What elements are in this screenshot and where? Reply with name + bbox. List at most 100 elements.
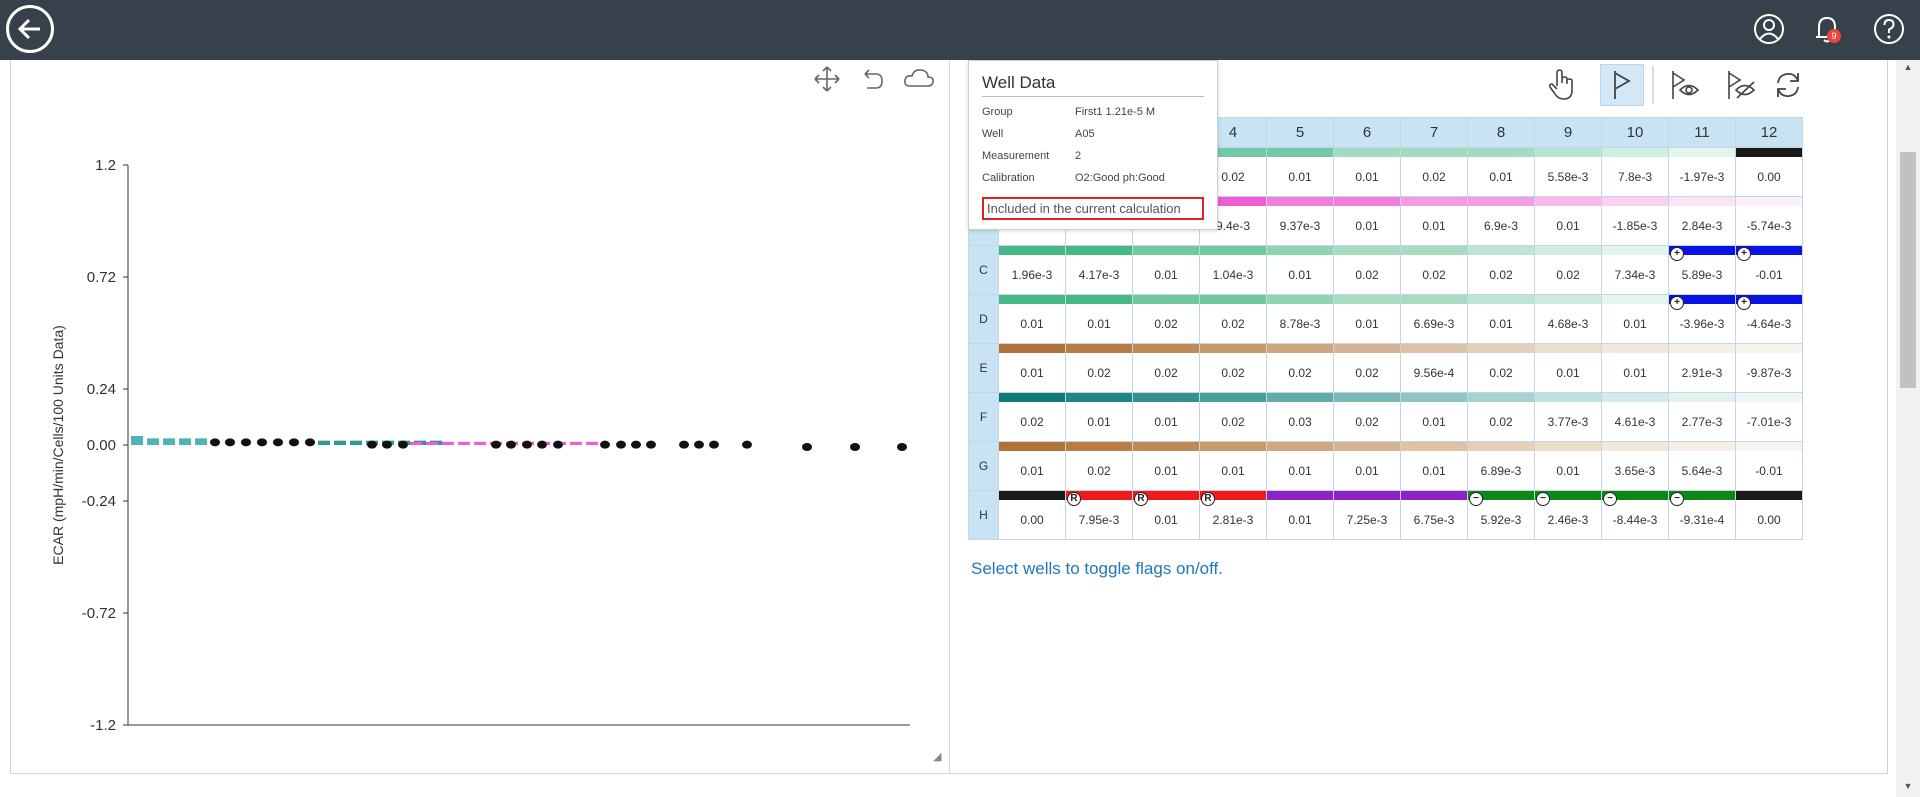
column-header-10[interactable]: 10 xyxy=(1601,117,1669,148)
well-cell[interactable]: 0.02 xyxy=(1065,441,1133,491)
well-cell[interactable]: − -9.31e-4 xyxy=(1668,490,1736,540)
well-cell[interactable]: 0.01 xyxy=(1132,441,1200,491)
well-cell[interactable]: 0.01 xyxy=(1467,294,1535,344)
well-cell[interactable]: 0.01 xyxy=(1534,343,1602,393)
hide-flagged-button[interactable] xyxy=(1720,64,1764,106)
row-header-D[interactable]: D xyxy=(968,294,999,344)
well-cell[interactable]: 2.91e-3 xyxy=(1668,343,1736,393)
well-cell[interactable]: 0.02 xyxy=(1400,147,1468,197)
well-cell[interactable]: 0.01 xyxy=(1266,441,1334,491)
well-cell[interactable]: 0.02 xyxy=(1400,245,1468,295)
well-cell[interactable]: 7.8e-3 xyxy=(1601,147,1669,197)
well-cell[interactable]: 0.01 xyxy=(1266,147,1334,197)
well-cell[interactable]: + -0.01 xyxy=(1735,245,1803,295)
well-cell[interactable]: -1.85e-3 xyxy=(1601,196,1669,246)
well-cell[interactable]: 8.78e-3 xyxy=(1266,294,1334,344)
well-cell[interactable]: 0.02 xyxy=(1467,343,1535,393)
column-header-8[interactable]: 8 xyxy=(1467,117,1535,148)
well-cell[interactable]: -1.97e-3 xyxy=(1668,147,1736,197)
row-header-H[interactable]: H xyxy=(968,490,999,540)
well-cell[interactable]: 3.77e-3 xyxy=(1534,392,1602,442)
well-cell[interactable]: -7.01e-3 xyxy=(1735,392,1803,442)
well-cell[interactable]: 0.01 xyxy=(1065,294,1133,344)
row-header-C[interactable]: C xyxy=(968,245,999,295)
well-cell[interactable]: 0.02 xyxy=(1467,245,1535,295)
well-cell[interactable]: 0.01 xyxy=(1467,147,1535,197)
select-mode-button[interactable] xyxy=(1540,64,1584,106)
well-cell[interactable]: 9.37e-3 xyxy=(1266,196,1334,246)
well-cell[interactable]: +5.89e-3 xyxy=(1668,245,1736,295)
scrollbar-thumb[interactable] xyxy=(1900,152,1916,388)
refresh-button[interactable] xyxy=(1766,64,1810,106)
well-cell[interactable]: 0.02 xyxy=(1065,343,1133,393)
well-cell[interactable]: 0.01 xyxy=(1132,245,1200,295)
well-cell[interactable]: + -3.96e-3 xyxy=(1668,294,1736,344)
well-cell[interactable]: 0.01 xyxy=(1601,343,1669,393)
well-cell[interactable]: − 5.92e-3 xyxy=(1467,490,1535,540)
well-cell[interactable]: 0.01 xyxy=(998,294,1066,344)
well-cell[interactable]: -9.87e-3 xyxy=(1735,343,1803,393)
column-header-12[interactable]: 12 xyxy=(1735,117,1803,148)
row-header-G[interactable]: G xyxy=(968,441,999,491)
well-cell[interactable]: 0.01 xyxy=(1400,196,1468,246)
well-cell[interactable]: 0.01 xyxy=(1132,392,1200,442)
well-cell[interactable]: R 0.01 xyxy=(1132,490,1200,540)
well-cell[interactable]: 6.75e-3 xyxy=(1400,490,1468,540)
well-cell[interactable]: 0.02 xyxy=(1132,294,1200,344)
well-cell[interactable]: 0.00 xyxy=(998,490,1066,540)
well-cell[interactable]: 2.77e-3 xyxy=(1668,392,1736,442)
flag-mode-button[interactable] xyxy=(1600,64,1644,106)
resize-handle-icon[interactable]: ◢ xyxy=(933,750,941,763)
well-cell[interactable]: 0.01 xyxy=(1534,441,1602,491)
well-cell[interactable]: 0.01 xyxy=(998,441,1066,491)
column-header-6[interactable]: 6 xyxy=(1333,117,1401,148)
well-cell[interactable]: 7.25e-3 xyxy=(1333,490,1401,540)
well-cell[interactable]: 0.02 xyxy=(1132,343,1200,393)
well-cell[interactable]: 0.01 xyxy=(1333,147,1401,197)
well-cell[interactable]: 4.68e-3 xyxy=(1534,294,1602,344)
well-cell[interactable]: 0.01 xyxy=(1534,196,1602,246)
well-cell[interactable]: 2.84e-3 xyxy=(1668,196,1736,246)
well-cell[interactable]: 9.56e-4 xyxy=(1400,343,1468,393)
well-cell[interactable]: 5.64e-3 xyxy=(1668,441,1736,491)
well-cell[interactable]: 6.69e-3 xyxy=(1400,294,1468,344)
well-cell[interactable]: 5.58e-3 xyxy=(1534,147,1602,197)
scroll-up-icon[interactable]: ▲ xyxy=(1900,62,1916,76)
well-cell[interactable]: 7.34e-3 xyxy=(1601,245,1669,295)
well-cell[interactable]: − -8.44e-3 xyxy=(1601,490,1669,540)
well-cell[interactable]: 0.02 xyxy=(1333,245,1401,295)
well-cell[interactable]: + -4.64e-3 xyxy=(1735,294,1803,344)
column-header-9[interactable]: 9 xyxy=(1534,117,1602,148)
well-cell[interactable]: 0.02 xyxy=(1333,343,1401,393)
well-cell[interactable]: 0.01 xyxy=(1333,196,1401,246)
well-cell[interactable]: − 2.46e-3 xyxy=(1534,490,1602,540)
well-cell[interactable]: 1.96e-3 xyxy=(998,245,1066,295)
well-cell[interactable]: -0.01 xyxy=(1735,441,1803,491)
well-cell[interactable]: 0.01 xyxy=(1065,392,1133,442)
well-cell[interactable]: 0.02 xyxy=(1199,392,1267,442)
column-header-5[interactable]: 5 xyxy=(1266,117,1334,148)
well-cell[interactable]: 0.02 xyxy=(998,392,1066,442)
column-header-11[interactable]: 11 xyxy=(1668,117,1736,148)
well-cell[interactable]: 3.65e-3 xyxy=(1601,441,1669,491)
well-cell[interactable]: 6.89e-3 xyxy=(1467,441,1535,491)
row-header-F[interactable]: F xyxy=(968,392,999,442)
well-cell[interactable]: 0.01 xyxy=(1266,245,1334,295)
well-cell[interactable]: 0.02 xyxy=(1333,392,1401,442)
well-cell[interactable]: 0.01 xyxy=(1199,441,1267,491)
column-header-7[interactable]: 7 xyxy=(1400,117,1468,148)
well-cell[interactable]: 0.03 xyxy=(1266,392,1334,442)
well-cell[interactable]: -5.74e-3 xyxy=(1735,196,1803,246)
well-cell[interactable]: 0.01 xyxy=(1333,294,1401,344)
well-cell[interactable]: 4.17e-3 xyxy=(1065,245,1133,295)
well-cell[interactable]: 0.02 xyxy=(1467,392,1535,442)
well-cell[interactable]: 0.01 xyxy=(1400,441,1468,491)
well-cell[interactable]: R 2.81e-3 xyxy=(1199,490,1267,540)
row-header-E[interactable]: E xyxy=(968,343,999,393)
well-cell[interactable]: 1.04e-3 xyxy=(1199,245,1267,295)
well-cell[interactable]: 0.00 xyxy=(1735,147,1803,197)
well-cell[interactable]: 6.9e-3 xyxy=(1467,196,1535,246)
show-flagged-button[interactable] xyxy=(1664,64,1708,106)
well-cell[interactable]: 0.01 xyxy=(1333,441,1401,491)
well-cell[interactable]: 0.00 xyxy=(1735,490,1803,540)
